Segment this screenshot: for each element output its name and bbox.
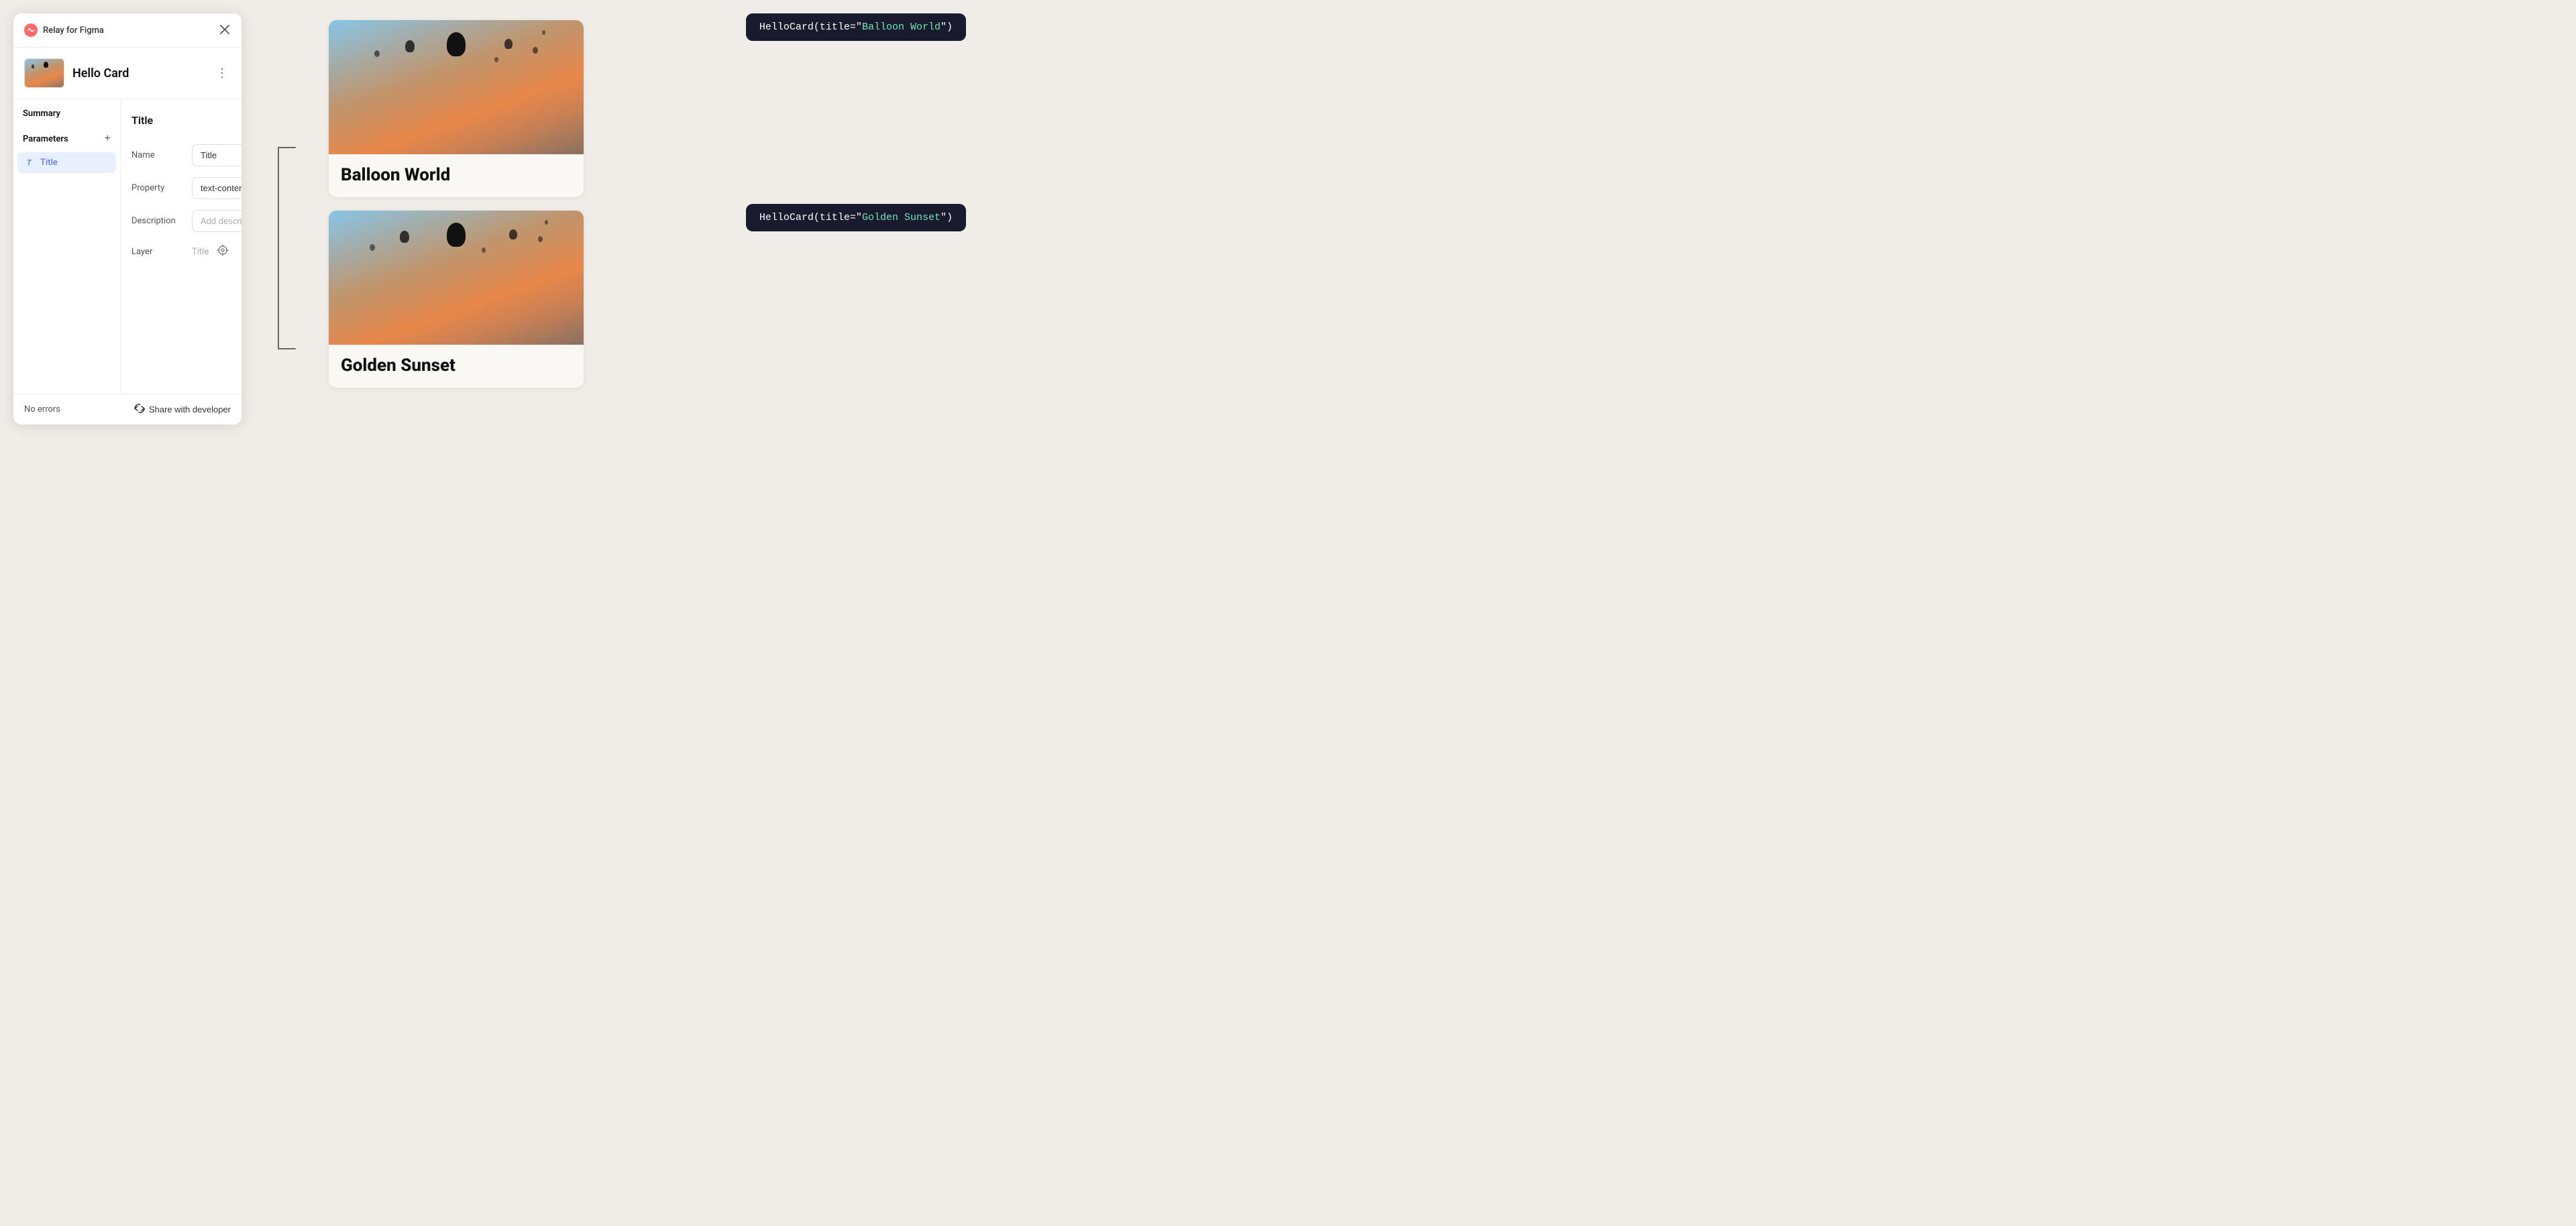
close-button[interactable]: [219, 23, 231, 38]
property-field-row: Property text-content visible text-style…: [131, 177, 241, 199]
preview-cards: HelloCard(title="Balloon World"): [329, 13, 953, 388]
crosshair-button[interactable]: [215, 243, 230, 261]
preview-card-wrapper-1: HelloCard(title="Balloon World"): [329, 20, 953, 197]
no-errors-label: No errors: [24, 404, 60, 414]
content-area: Summary Parameters + T Title Title: [13, 99, 241, 394]
summary-nav[interactable]: Summary: [13, 99, 120, 123]
property-select-wrap: text-content visible text-style ▾: [192, 177, 241, 199]
tooltip-prefix-2: HelloCard(title=: [759, 212, 856, 223]
more-options-button[interactable]: ⋮: [213, 64, 231, 83]
card-1: Balloon World: [329, 20, 584, 197]
panel-footer: No errors Share with developer: [13, 394, 241, 425]
detail-pane: Title Name Property: [121, 99, 241, 394]
parameters-section-header: Parameters +: [13, 123, 120, 151]
preview-area: HelloCard(title="Balloon World"): [329, 13, 953, 388]
detail-pane-header: Title: [131, 110, 241, 131]
card-2: Golden Sunset: [329, 211, 584, 388]
parameters-title: Parameters: [23, 134, 68, 144]
detail-title: Title: [131, 114, 153, 127]
add-parameter-button[interactable]: +: [105, 133, 111, 144]
card-body-1: Balloon World: [329, 154, 584, 197]
name-field-label: Name: [131, 150, 185, 160]
preview-card-wrapper-2: HelloCard(title="Golden Sunset"): [329, 211, 953, 388]
tooltip-string-close-1: ": [941, 21, 947, 33]
tooltip-string-open-2: ": [856, 212, 862, 223]
description-input[interactable]: [192, 210, 241, 232]
tooltip-value-1: Balloon World: [862, 21, 941, 33]
tooltip-prefix-1: HelloCard(title=: [759, 21, 856, 33]
layer-value: Title: [192, 247, 209, 257]
sidebar-item-title[interactable]: T Title: [17, 152, 116, 173]
relay-logo-icon: [24, 23, 38, 37]
code-tooltip-2: HelloCard(title="Golden Sunset"): [746, 204, 966, 231]
share-icon: [134, 404, 145, 415]
bracket-connector: [268, 134, 302, 362]
name-field-row: Name: [131, 144, 241, 166]
component-header-left: Hello World Hello Card: [24, 58, 129, 88]
description-field-label: Description: [131, 216, 185, 226]
sidebar-item-label: Title: [40, 158, 58, 168]
card-title-1: Balloon World: [341, 165, 450, 185]
tooltip-value-2: Golden Sunset: [862, 212, 941, 223]
app-title: Relay for Figma: [43, 25, 104, 36]
property-select[interactable]: text-content visible text-style: [192, 177, 241, 199]
sidebar-pane: Summary Parameters + T Title: [13, 99, 121, 394]
card-image-1: [329, 20, 584, 154]
description-field-row: Description: [131, 210, 241, 232]
component-thumbnail: Hello World: [24, 58, 64, 88]
layer-field-row: Layer Title: [131, 243, 241, 261]
card-body-2: Golden Sunset: [329, 345, 584, 388]
panel-header: Relay for Figma: [13, 13, 241, 48]
left-panel: Relay for Figma Hello World Hello Card: [13, 13, 241, 425]
card-image-2: [329, 211, 584, 345]
layer-field-label: Layer: [131, 247, 185, 257]
share-label: Share with developer: [149, 404, 231, 414]
text-type-icon: T: [27, 158, 36, 167]
component-header: Hello World Hello Card ⋮: [13, 48, 241, 99]
app-container: Relay for Figma Hello World Hello Card: [13, 13, 953, 425]
code-tooltip-1: HelloCard(title="Balloon World"): [746, 13, 966, 41]
name-input[interactable]: [192, 144, 241, 166]
tooltip-string-open-1: ": [856, 21, 862, 33]
property-field-label: Property: [131, 183, 185, 193]
tooltip-string-close-2: ": [941, 212, 947, 223]
component-name: Hello Card: [72, 66, 129, 80]
share-button[interactable]: Share with developer: [134, 404, 231, 415]
panel-header-left: Relay for Figma: [24, 23, 104, 37]
card-title-2: Golden Sunset: [341, 355, 455, 376]
